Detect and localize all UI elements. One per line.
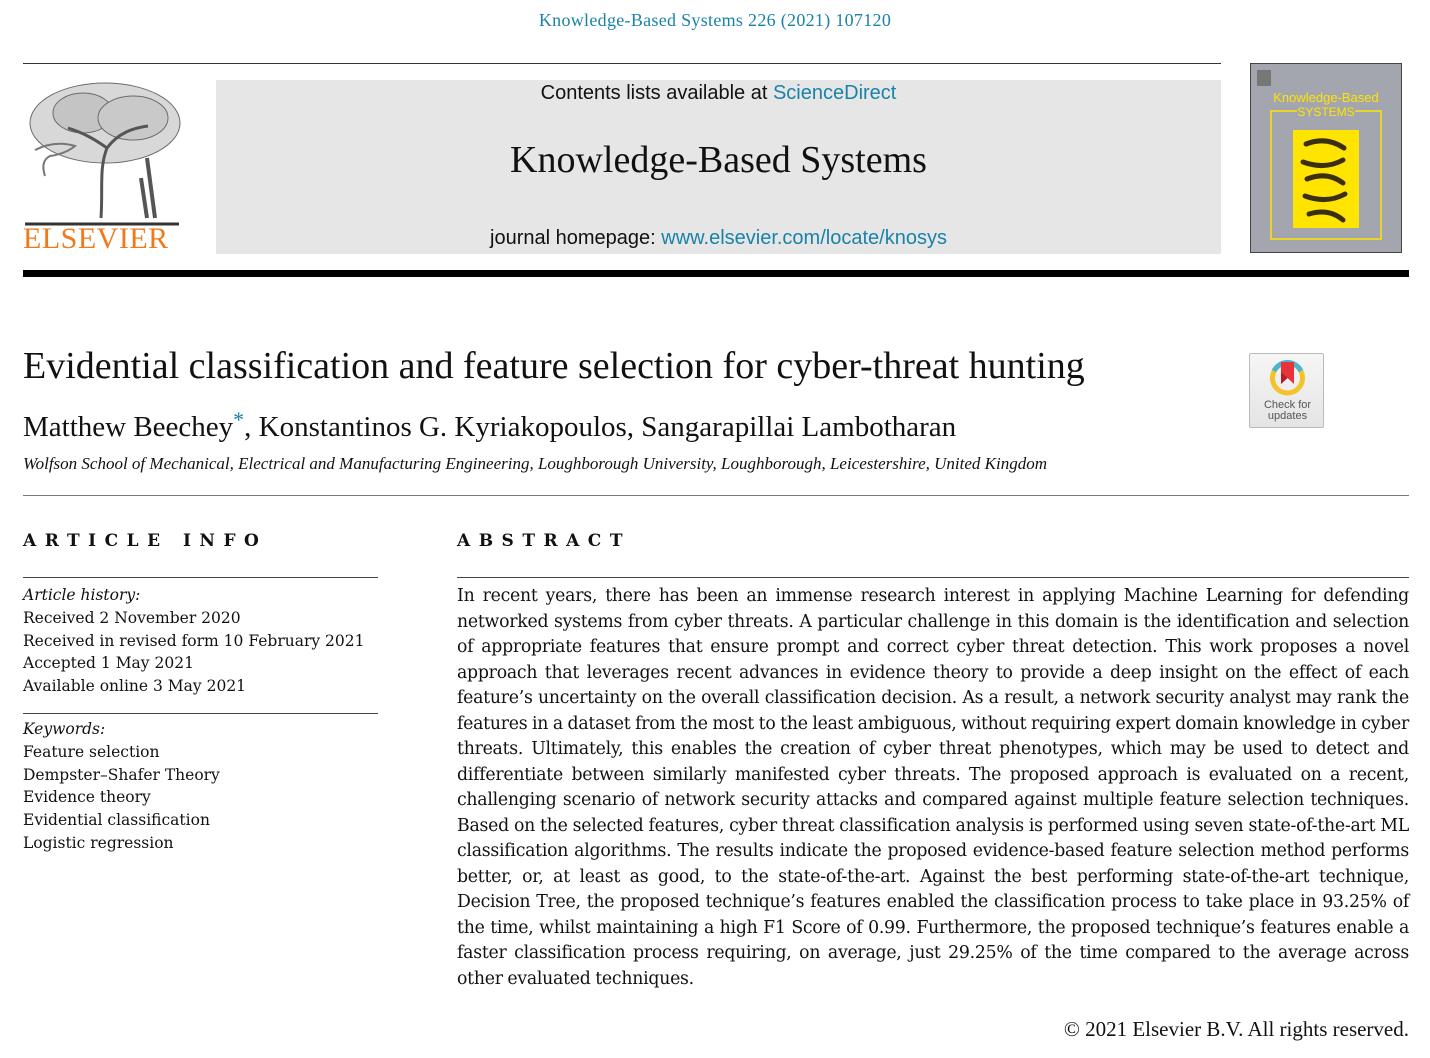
keywords-label: Keywords: xyxy=(23,720,106,738)
check-updates-line2: updates xyxy=(1267,410,1308,422)
keywords-rule xyxy=(23,713,378,714)
author-affiliation: Wolfson School of Mechanical, Electrical… xyxy=(23,454,1048,473)
contents-prefix: Contents lists available at xyxy=(540,82,773,104)
sciencedirect-link[interactable]: ScienceDirect xyxy=(773,82,896,104)
author-separator: , xyxy=(244,411,259,443)
journal-cover-image[interactable]: Knowledge-Based SYSTEMS xyxy=(1250,63,1402,253)
corresponding-author-mark[interactable]: * xyxy=(233,407,244,432)
title-divider xyxy=(23,495,1409,496)
elsevier-wordmark: ELSEVIER xyxy=(23,222,169,255)
copyright-notice: © 2021 Elsevier B.V. All rights reserved… xyxy=(1063,1017,1409,1041)
keyword-item: Feature selection xyxy=(23,742,160,761)
abstract-heading: ABSTRACT xyxy=(457,531,631,551)
article-history: Article history: Received 2 November 202… xyxy=(23,584,365,698)
abstract-rule xyxy=(457,577,1409,578)
keyword-item: Evidential classification xyxy=(23,811,210,830)
history-received: Received 2 November 2020 xyxy=(23,608,241,627)
contents-availability-line: Contents lists available at ScienceDirec… xyxy=(216,82,1221,105)
cover-elsevier-mini-logo-icon xyxy=(1257,70,1271,86)
journal-banner: Contents lists available at ScienceDirec… xyxy=(216,80,1221,254)
keywords: Keywords: Feature selection Dempster–Sha… xyxy=(23,718,220,855)
cover-title-line2: SYSTEMS xyxy=(1297,105,1354,119)
cover-title-line1: Knowledge-Based xyxy=(1273,90,1379,105)
article-title: Evidential classification and feature se… xyxy=(23,345,1085,387)
header-top-rule xyxy=(23,63,1221,64)
article-info-heading: ARTICLE INFO xyxy=(23,531,268,551)
author-name[interactable]: Sangarapillai Lambotharan xyxy=(641,411,956,443)
article-history-label: Article history: xyxy=(23,586,141,604)
journal-homepage-link[interactable]: www.elsevier.com/locate/knosys xyxy=(661,227,947,249)
keyword-item: Evidence theory xyxy=(23,788,151,807)
keyword-item: Logistic regression xyxy=(23,833,174,852)
keyword-item: Dempster–Shafer Theory xyxy=(23,765,220,784)
history-accepted: Accepted 1 May 2021 xyxy=(23,654,194,673)
history-online: Available online 3 May 2021 xyxy=(23,677,247,696)
author-name[interactable]: Konstantinos G. Kyriakopoulos xyxy=(259,411,627,443)
check-updates-label: Check for updates xyxy=(1250,400,1325,422)
history-revised: Received in revised form 10 February 202… xyxy=(23,631,365,650)
journal-name: Knowledge-Based Systems xyxy=(510,139,927,181)
abstract-body: In recent years, there has been an immen… xyxy=(457,586,1409,989)
author-list: Matthew Beechey*, Konstantinos G. Kyriak… xyxy=(23,407,956,444)
journal-homepage-line: journal homepage: www.elsevier.com/locat… xyxy=(216,227,1221,250)
author-name[interactable]: Matthew Beechey xyxy=(23,411,233,443)
header-thick-rule xyxy=(23,270,1409,277)
article-info-rule xyxy=(23,577,378,578)
homepage-prefix: journal homepage: xyxy=(490,227,662,249)
crossmark-icon xyxy=(1270,360,1305,396)
running-head[interactable]: Knowledge-Based Systems 226 (2021) 10712… xyxy=(0,10,1430,31)
author-separator: , xyxy=(626,411,642,443)
check-for-updates-button[interactable]: Check for updates xyxy=(1249,353,1324,428)
